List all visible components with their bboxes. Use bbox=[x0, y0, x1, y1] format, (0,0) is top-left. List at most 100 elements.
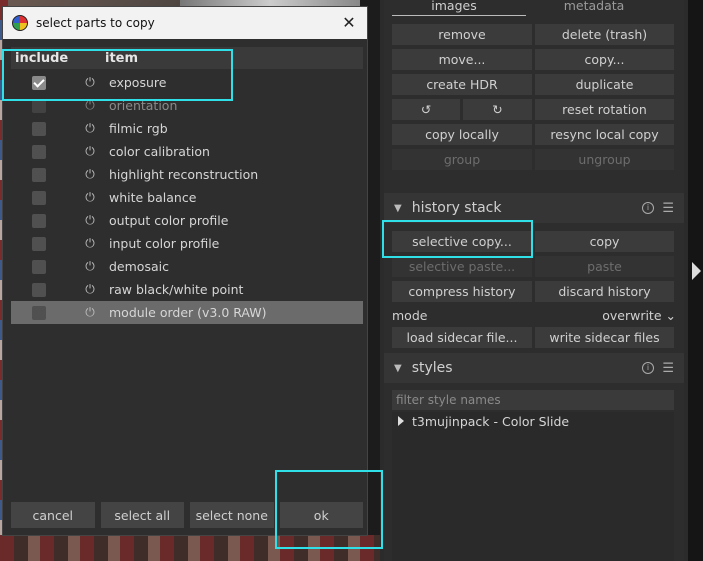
copy-locally-button[interactable]: copy locally bbox=[392, 124, 532, 145]
styles-header[interactable]: ▼ styles i ☰ bbox=[384, 353, 684, 383]
mode-value: overwrite ⌄ bbox=[602, 308, 676, 323]
styles-list bbox=[392, 412, 674, 561]
module-list: ⏻ exposure ⏻ orientation ⏻ filmic rgb ⏻ color c… bbox=[11, 71, 363, 324]
style-item[interactable]: t3mujinpack - Color Slide bbox=[398, 414, 569, 429]
duplicate-button[interactable]: duplicate bbox=[535, 74, 674, 95]
module-row[interactable]: ⏻ demosaic bbox=[11, 255, 363, 278]
collapse-arrow-icon: ▼ bbox=[394, 362, 402, 374]
power-icon: ⏻ bbox=[85, 236, 95, 250]
module-label: orientation bbox=[109, 98, 178, 113]
mode-label: mode bbox=[392, 307, 428, 323]
module-label: demosaic bbox=[109, 259, 169, 274]
include-checkbox[interactable] bbox=[32, 98, 46, 113]
resync-local-copy-button[interactable]: resync local copy bbox=[535, 124, 674, 145]
mode-value-text: overwrite bbox=[602, 307, 662, 323]
module-row[interactable]: ⏻ highlight reconstruction bbox=[11, 163, 363, 186]
photo-bottom bbox=[0, 535, 380, 561]
info-icon[interactable]: i bbox=[642, 362, 654, 374]
module-row[interactable]: ⏻ white balance bbox=[11, 186, 363, 209]
tab-bar: images metadata bbox=[384, 0, 684, 16]
ungroup-button[interactable]: ungroup bbox=[535, 149, 674, 170]
load-sidecar-button[interactable]: load sidecar file... bbox=[392, 327, 532, 348]
power-icon: ⏻ bbox=[85, 259, 95, 273]
expand-arrow-icon[interactable] bbox=[398, 416, 404, 426]
selective-paste-button[interactable]: selective paste... bbox=[392, 256, 532, 277]
module-row[interactable]: ⏻ color calibration bbox=[11, 140, 363, 163]
power-icon: ⏻ bbox=[85, 144, 95, 158]
module-label: output color profile bbox=[109, 213, 229, 228]
column-item[interactable]: item bbox=[105, 51, 138, 66]
include-checkbox[interactable] bbox=[32, 121, 46, 136]
power-icon: ⏻ bbox=[85, 213, 95, 227]
styles-title: styles bbox=[411, 360, 453, 376]
include-checkbox[interactable] bbox=[32, 75, 46, 90]
power-icon: ⏻ bbox=[85, 167, 95, 181]
delete-trash-button[interactable]: delete (trash) bbox=[535, 24, 674, 45]
table-header: include item bbox=[11, 47, 363, 69]
include-checkbox[interactable] bbox=[32, 167, 46, 182]
discard-history-button[interactable]: discard history bbox=[535, 281, 674, 302]
tab-images[interactable]: images bbox=[384, 0, 524, 16]
power-icon: ⏻ bbox=[85, 282, 95, 296]
module-row[interactable]: ⏻ filmic rgb bbox=[11, 117, 363, 140]
module-row[interactable]: ⏻ orientation bbox=[11, 94, 363, 117]
power-icon: ⏻ bbox=[85, 75, 95, 89]
collapse-arrow-icon: ▼ bbox=[394, 202, 402, 214]
group-button[interactable]: group bbox=[392, 149, 532, 170]
module-label: color calibration bbox=[109, 144, 210, 159]
column-include[interactable]: include bbox=[11, 51, 105, 66]
reset-rotation-button[interactable]: reset rotation bbox=[535, 99, 674, 120]
module-row[interactable]: ⏻ input color profile bbox=[11, 232, 363, 255]
expand-right-panel-icon[interactable] bbox=[692, 262, 701, 280]
paste-button[interactable]: paste bbox=[535, 256, 674, 277]
module-row[interactable]: ⏻ output color profile bbox=[11, 209, 363, 232]
module-row[interactable]: ⏻ exposure bbox=[11, 71, 363, 94]
style-item-label: t3mujinpack - Color Slide bbox=[412, 414, 570, 429]
right-panel: images metadata remove delete (trash) mo… bbox=[384, 0, 684, 561]
darktable-icon bbox=[12, 15, 28, 31]
dialog-titlebar: select parts to copy ✕ bbox=[3, 7, 367, 39]
chevron-down-icon: ⌄ bbox=[665, 307, 676, 323]
include-checkbox[interactable] bbox=[32, 236, 46, 251]
power-icon: ⏻ bbox=[85, 305, 95, 319]
module-label: highlight reconstruction bbox=[109, 167, 259, 182]
mode-dropdown[interactable]: mode overwrite ⌄ bbox=[392, 306, 676, 324]
remove-button[interactable]: remove bbox=[392, 24, 532, 45]
module-label: filmic rgb bbox=[109, 121, 168, 136]
rotate-ccw-icon[interactable]: ↺ bbox=[392, 99, 460, 120]
module-row[interactable]: ⏻ module order (v3.0 RAW) bbox=[11, 301, 363, 324]
power-icon: ⏻ bbox=[85, 190, 95, 204]
select-all-button[interactable]: select all bbox=[100, 502, 184, 528]
presets-menu-icon[interactable]: ☰ bbox=[662, 201, 674, 216]
power-icon: ⏻ bbox=[85, 98, 95, 112]
selective-copy-button[interactable]: selective copy... bbox=[392, 231, 532, 252]
module-label: white balance bbox=[109, 190, 197, 205]
module-row[interactable]: ⏻ raw black/white point bbox=[11, 278, 363, 301]
power-icon: ⏻ bbox=[85, 121, 95, 135]
move-button[interactable]: move... bbox=[392, 49, 532, 70]
presets-menu-icon[interactable]: ☰ bbox=[662, 361, 674, 376]
dialog-buttons: cancel select all select none ok bbox=[11, 502, 363, 528]
include-checkbox[interactable] bbox=[32, 282, 46, 297]
rotate-cw-icon[interactable]: ↻ bbox=[463, 99, 532, 120]
compress-history-button[interactable]: compress history bbox=[392, 281, 532, 302]
info-icon[interactable]: i bbox=[642, 202, 654, 214]
module-label: input color profile bbox=[109, 236, 220, 251]
copy-history-button[interactable]: copy bbox=[535, 231, 674, 252]
ok-button[interactable]: ok bbox=[279, 502, 363, 528]
include-checkbox[interactable] bbox=[32, 305, 46, 320]
module-label: module order (v3.0 RAW) bbox=[109, 305, 267, 320]
include-checkbox[interactable] bbox=[32, 190, 46, 205]
include-checkbox[interactable] bbox=[32, 213, 46, 228]
include-checkbox[interactable] bbox=[32, 144, 46, 159]
filter-style-names-input[interactable]: filter style names bbox=[392, 390, 674, 410]
select-none-button[interactable]: select none bbox=[190, 502, 274, 528]
cancel-button[interactable]: cancel bbox=[11, 502, 95, 528]
history-stack-header[interactable]: ▼ history stack i ☰ bbox=[384, 193, 684, 223]
copy-image-button[interactable]: copy... bbox=[535, 49, 674, 70]
include-checkbox[interactable] bbox=[32, 259, 46, 274]
create-hdr-button[interactable]: create HDR bbox=[392, 74, 532, 95]
close-icon[interactable]: ✕ bbox=[339, 13, 359, 33]
write-sidecar-button[interactable]: write sidecar files bbox=[535, 327, 674, 348]
tab-metadata[interactable]: metadata bbox=[524, 0, 664, 16]
